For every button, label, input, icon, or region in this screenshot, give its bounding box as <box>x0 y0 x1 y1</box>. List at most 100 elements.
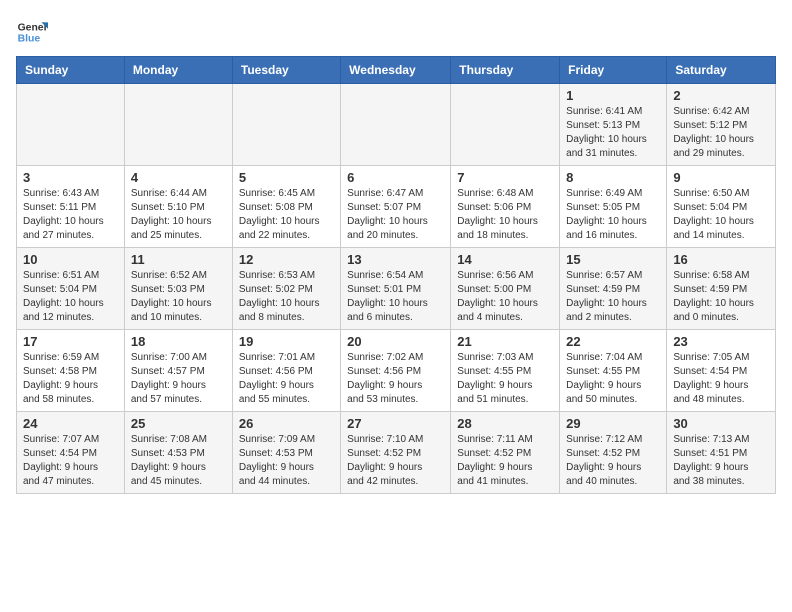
calendar-cell: 2 Sunrise: 6:42 AM Sunset: 5:12 PM Daylig… <box>667 84 776 166</box>
day-number: 25 <box>131 416 226 431</box>
calendar-cell: 13 Sunrise: 6:54 AM Sunset: 5:01 PM Dayli… <box>341 248 451 330</box>
day-number: 20 <box>347 334 444 349</box>
calendar-week: 1Sunrise: 6:41 AM Sunset: 5:13 PM Daylig… <box>17 84 776 166</box>
calendar-cell: 12 Sunrise: 6:53 AM Sunset: 5:02 PM Dayli… <box>232 248 340 330</box>
day-number: 5 <box>239 170 334 185</box>
day-number: 16 <box>673 252 769 267</box>
calendar-week: 17 Sunrise: 6:59 AM Sunset: 4:58 PM Dayli… <box>17 330 776 412</box>
weekday-header: Sunday <box>17 57 125 84</box>
day-info: Sunrise: 7:02 AM Sunset: 4:56 PM Dayligh… <box>347 351 444 407</box>
logo: General Blue <box>16 16 48 48</box>
weekday-header: Wednesday <box>341 57 451 84</box>
day-number: 7 <box>457 170 553 185</box>
calendar-cell: 28 Sunrise: 7:11 AM Sunset: 4:52 PM Dayli… <box>451 412 560 494</box>
logo-icon: General Blue <box>16 16 48 48</box>
calendar-cell: 1Sunrise: 6:41 AM Sunset: 5:13 PM Daylig… <box>560 84 667 166</box>
calendar-header: SundayMondayTuesdayWednesdayThursdayFrid… <box>17 57 776 84</box>
day-number: 9 <box>673 170 769 185</box>
day-number: 24 <box>23 416 118 431</box>
day-info: Sunrise: 6:43 AM Sunset: 5:11 PM Dayligh… <box>23 187 118 243</box>
calendar-cell: 6 Sunrise: 6:47 AM Sunset: 5:07 PM Daylig… <box>341 166 451 248</box>
day-info: Sunrise: 7:05 AM Sunset: 4:54 PM Dayligh… <box>673 351 769 407</box>
day-number: 30 <box>673 416 769 431</box>
day-info: Sunrise: 6:51 AM Sunset: 5:04 PM Dayligh… <box>23 269 118 325</box>
day-info: Sunrise: 6:48 AM Sunset: 5:06 PM Dayligh… <box>457 187 553 243</box>
calendar-cell: 25 Sunrise: 7:08 AM Sunset: 4:53 PM Dayli… <box>124 412 232 494</box>
calendar-cell <box>124 84 232 166</box>
calendar-cell: 20 Sunrise: 7:02 AM Sunset: 4:56 PM Dayli… <box>341 330 451 412</box>
day-info: Sunrise: 7:13 AM Sunset: 4:51 PM Dayligh… <box>673 433 769 489</box>
calendar-cell: 16 Sunrise: 6:58 AM Sunset: 4:59 PM Dayli… <box>667 248 776 330</box>
calendar-cell: 24 Sunrise: 7:07 AM Sunset: 4:54 PM Dayli… <box>17 412 125 494</box>
day-info: Sunrise: 6:52 AM Sunset: 5:03 PM Dayligh… <box>131 269 226 325</box>
weekday-header: Saturday <box>667 57 776 84</box>
calendar-cell: 3 Sunrise: 6:43 AM Sunset: 5:11 PM Daylig… <box>17 166 125 248</box>
day-info: Sunrise: 7:00 AM Sunset: 4:57 PM Dayligh… <box>131 351 226 407</box>
day-number: 21 <box>457 334 553 349</box>
calendar-cell <box>17 84 125 166</box>
day-info: Sunrise: 6:53 AM Sunset: 5:02 PM Dayligh… <box>239 269 334 325</box>
day-info: Sunrise: 6:58 AM Sunset: 4:59 PM Dayligh… <box>673 269 769 325</box>
day-number: 3 <box>23 170 118 185</box>
calendar-week: 10 Sunrise: 6:51 AM Sunset: 5:04 PM Dayli… <box>17 248 776 330</box>
calendar-cell: 29Sunrise: 7:12 AM Sunset: 4:52 PM Dayli… <box>560 412 667 494</box>
calendar-cell: 10 Sunrise: 6:51 AM Sunset: 5:04 PM Dayli… <box>17 248 125 330</box>
calendar-cell: 8Sunrise: 6:49 AM Sunset: 5:05 PM Daylig… <box>560 166 667 248</box>
calendar-cell: 14 Sunrise: 6:56 AM Sunset: 5:00 PM Dayli… <box>451 248 560 330</box>
day-info: Sunrise: 6:50 AM Sunset: 5:04 PM Dayligh… <box>673 187 769 243</box>
calendar-cell: 9 Sunrise: 6:50 AM Sunset: 5:04 PM Daylig… <box>667 166 776 248</box>
calendar-table: SundayMondayTuesdayWednesdayThursdayFrid… <box>16 56 776 494</box>
day-number: 12 <box>239 252 334 267</box>
calendar-cell: 4Sunrise: 6:44 AM Sunset: 5:10 PM Daylig… <box>124 166 232 248</box>
day-info: Sunrise: 6:45 AM Sunset: 5:08 PM Dayligh… <box>239 187 334 243</box>
day-info: Sunrise: 6:54 AM Sunset: 5:01 PM Dayligh… <box>347 269 444 325</box>
calendar-week: 3 Sunrise: 6:43 AM Sunset: 5:11 PM Daylig… <box>17 166 776 248</box>
calendar-cell: 11Sunrise: 6:52 AM Sunset: 5:03 PM Dayli… <box>124 248 232 330</box>
day-number: 28 <box>457 416 553 431</box>
day-info: Sunrise: 7:11 AM Sunset: 4:52 PM Dayligh… <box>457 433 553 489</box>
calendar-cell: 5 Sunrise: 6:45 AM Sunset: 5:08 PM Daylig… <box>232 166 340 248</box>
day-info: Sunrise: 7:03 AM Sunset: 4:55 PM Dayligh… <box>457 351 553 407</box>
calendar-body: 1Sunrise: 6:41 AM Sunset: 5:13 PM Daylig… <box>17 84 776 494</box>
calendar-cell: 19 Sunrise: 7:01 AM Sunset: 4:56 PM Dayli… <box>232 330 340 412</box>
calendar-cell <box>341 84 451 166</box>
day-info: Sunrise: 6:56 AM Sunset: 5:00 PM Dayligh… <box>457 269 553 325</box>
calendar-cell: 30 Sunrise: 7:13 AM Sunset: 4:51 PM Dayli… <box>667 412 776 494</box>
calendar-cell: 22Sunrise: 7:04 AM Sunset: 4:55 PM Dayli… <box>560 330 667 412</box>
day-number: 23 <box>673 334 769 349</box>
day-number: 19 <box>239 334 334 349</box>
svg-text:Blue: Blue <box>18 34 41 45</box>
day-number: 26 <box>239 416 334 431</box>
day-info: Sunrise: 7:07 AM Sunset: 4:54 PM Dayligh… <box>23 433 118 489</box>
day-info: Sunrise: 7:10 AM Sunset: 4:52 PM Dayligh… <box>347 433 444 489</box>
day-number: 10 <box>23 252 118 267</box>
day-info: Sunrise: 7:12 AM Sunset: 4:52 PM Dayligh… <box>566 433 660 489</box>
calendar-cell: 26 Sunrise: 7:09 AM Sunset: 4:53 PM Dayli… <box>232 412 340 494</box>
weekday-header: Friday <box>560 57 667 84</box>
day-info: Sunrise: 6:41 AM Sunset: 5:13 PM Dayligh… <box>566 105 660 161</box>
calendar-cell: 21 Sunrise: 7:03 AM Sunset: 4:55 PM Dayli… <box>451 330 560 412</box>
day-info: Sunrise: 6:47 AM Sunset: 5:07 PM Dayligh… <box>347 187 444 243</box>
weekday-header: Thursday <box>451 57 560 84</box>
calendar-cell: 7 Sunrise: 6:48 AM Sunset: 5:06 PM Daylig… <box>451 166 560 248</box>
day-info: Sunrise: 6:42 AM Sunset: 5:12 PM Dayligh… <box>673 105 769 161</box>
day-number: 6 <box>347 170 444 185</box>
day-info: Sunrise: 6:59 AM Sunset: 4:58 PM Dayligh… <box>23 351 118 407</box>
calendar-week: 24 Sunrise: 7:07 AM Sunset: 4:54 PM Dayli… <box>17 412 776 494</box>
calendar-cell: 17 Sunrise: 6:59 AM Sunset: 4:58 PM Dayli… <box>17 330 125 412</box>
day-number: 2 <box>673 88 769 103</box>
day-info: Sunrise: 7:01 AM Sunset: 4:56 PM Dayligh… <box>239 351 334 407</box>
day-number: 27 <box>347 416 444 431</box>
day-number: 13 <box>347 252 444 267</box>
weekday-header: Monday <box>124 57 232 84</box>
page-header: General Blue <box>16 16 776 48</box>
calendar-cell: 18Sunrise: 7:00 AM Sunset: 4:57 PM Dayli… <box>124 330 232 412</box>
day-number: 17 <box>23 334 118 349</box>
day-info: Sunrise: 7:09 AM Sunset: 4:53 PM Dayligh… <box>239 433 334 489</box>
calendar-cell <box>232 84 340 166</box>
day-number: 14 <box>457 252 553 267</box>
day-number: 15 <box>566 252 660 267</box>
calendar-cell: 27 Sunrise: 7:10 AM Sunset: 4:52 PM Dayli… <box>341 412 451 494</box>
day-number: 8 <box>566 170 660 185</box>
day-info: Sunrise: 7:08 AM Sunset: 4:53 PM Dayligh… <box>131 433 226 489</box>
